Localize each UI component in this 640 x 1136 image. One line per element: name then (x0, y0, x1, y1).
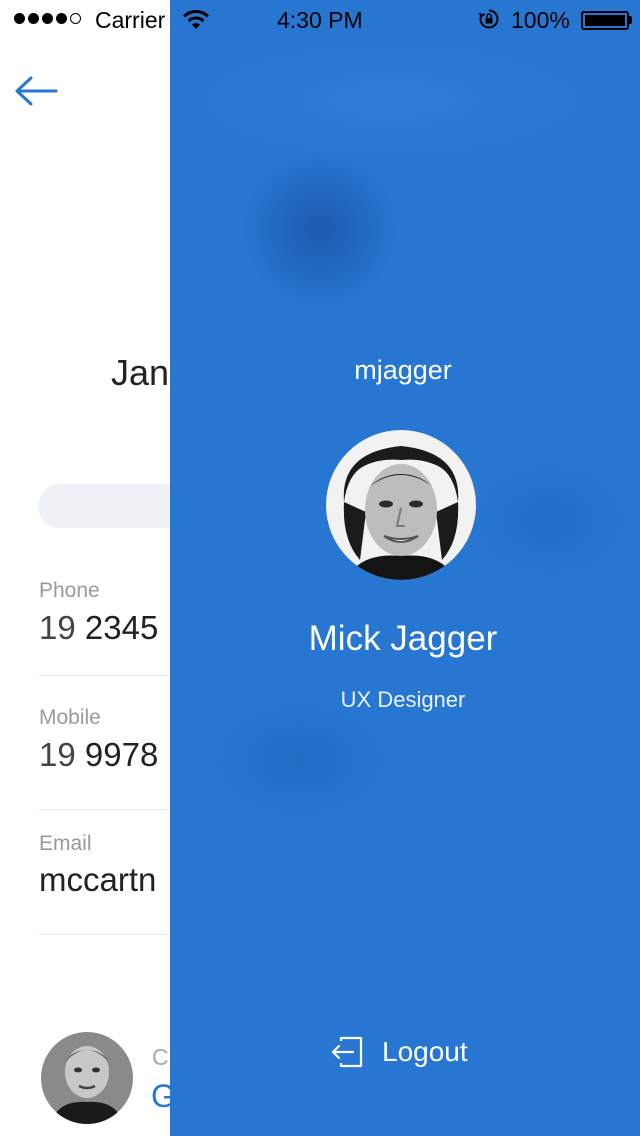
status-bar: Carrier 4:30 PM 100% (0, 0, 640, 40)
battery-tip (629, 16, 632, 24)
drawer-username: mjagger (354, 355, 452, 385)
carrier-label: Carrier (95, 7, 166, 33)
wifi-icon (182, 10, 210, 29)
email-value[interactable]: mccartn (39, 861, 156, 899)
blurred-background (180, 40, 600, 160)
phone-prefix: 19 (39, 609, 76, 646)
contact-name: Jan (111, 352, 170, 393)
signal-dots-icon (14, 13, 81, 24)
phone-value[interactable]: 19 2345 (39, 609, 158, 647)
battery-icon (581, 11, 629, 30)
phone-number: 2345 (84, 609, 159, 646)
drawer-full-name: Mick Jagger (308, 619, 498, 658)
manager-avatar[interactable] (41, 1032, 133, 1124)
logout-icon (331, 1036, 363, 1068)
orientation-lock-icon (478, 9, 499, 29)
arrow-left-icon[interactable] (12, 74, 60, 108)
blurred-background (210, 700, 390, 820)
blurred-background (470, 460, 630, 580)
phone-label: Phone (39, 579, 100, 602)
mobile-value[interactable]: 19 9978 (39, 736, 158, 774)
mobile-number: 9978 (84, 736, 159, 773)
mobile-prefix: 19 (39, 736, 76, 773)
clock: 4:30 PM (277, 7, 363, 33)
battery-percent: 100% (511, 7, 570, 33)
manager-role: C (152, 1044, 169, 1070)
email-label: Email (39, 832, 92, 855)
mobile-label: Mobile (39, 706, 101, 729)
profile-drawer: mjagger Mick Jagger UX Designer Logout (170, 0, 640, 1136)
blurred-background (245, 150, 395, 310)
logout-label: Logout (382, 1036, 468, 1067)
drawer-job-title: UX Designer (340, 687, 466, 712)
profile-avatar[interactable] (326, 430, 476, 580)
logout-button[interactable]: Logout (330, 1030, 468, 1074)
